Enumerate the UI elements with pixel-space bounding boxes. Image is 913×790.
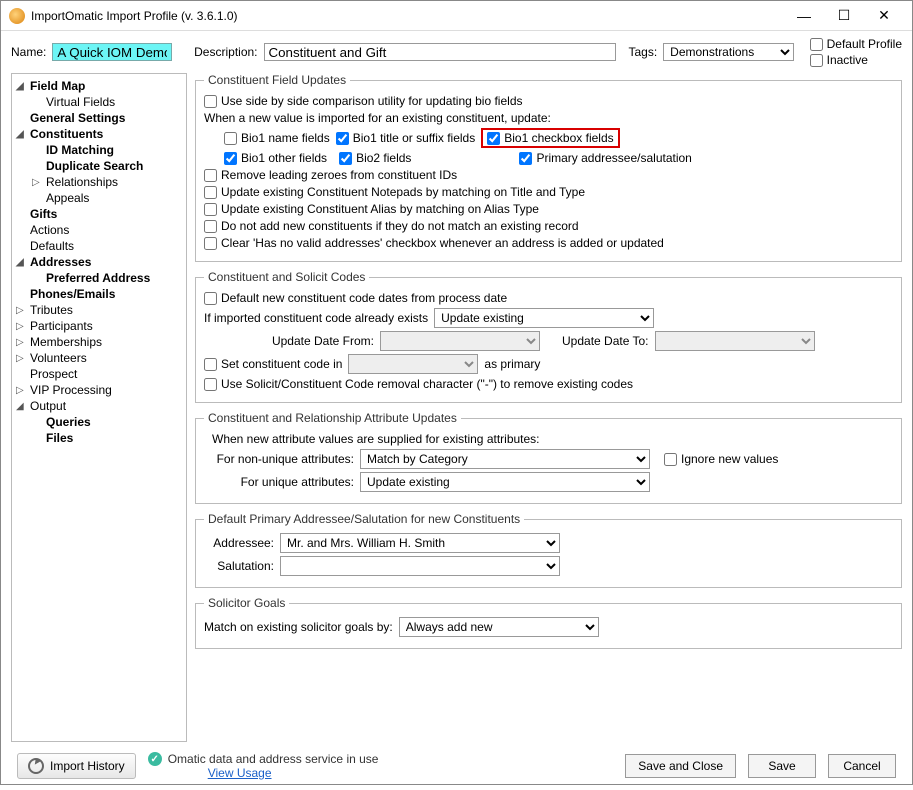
crau-legend: Constituent and Relationship Attribute U…: [204, 411, 461, 425]
description-input[interactable]: [264, 43, 617, 61]
content-pane: Constituent Field Updates Use side by si…: [187, 73, 902, 742]
addressee-label: Addressee:: [204, 536, 274, 550]
check-icon: ✓: [148, 752, 162, 766]
nav-output[interactable]: ◢Output: [12, 398, 186, 414]
match-select[interactable]: Always add new: [399, 617, 599, 637]
salutation-label: Salutation:: [204, 559, 274, 573]
nav-participants[interactable]: ▷Participants: [12, 318, 186, 334]
salutation-select[interactable]: [280, 556, 560, 576]
update-to-select[interactable]: [655, 331, 815, 351]
view-usage-link[interactable]: View Usage: [208, 766, 272, 780]
if-exists-select[interactable]: Update existing: [434, 308, 654, 328]
set-code-in-checkbox[interactable]: Set constituent code in: [204, 357, 342, 371]
navigation-tree[interactable]: ◢Field Map Virtual Fields General Settin…: [11, 73, 187, 742]
non-unique-select[interactable]: Match by Category: [360, 449, 650, 469]
update-alias-checkbox[interactable]: Update existing Constituent Alias by mat…: [204, 202, 539, 216]
sg-legend: Solicitor Goals: [204, 596, 289, 610]
save-and-close-button[interactable]: Save and Close: [625, 754, 736, 778]
import-history-button[interactable]: Import History: [17, 753, 136, 779]
primary-addr-sal-checkbox[interactable]: Primary addressee/salutation: [519, 151, 691, 165]
nav-memberships[interactable]: ▷Memberships: [12, 334, 186, 350]
nav-queries[interactable]: Queries: [12, 414, 186, 430]
solicitor-goals-group: Solicitor Goals Match on existing solici…: [195, 596, 902, 649]
unique-select[interactable]: Update existing: [360, 472, 650, 492]
nav-field-map[interactable]: ◢Field Map: [12, 78, 186, 94]
tags-select[interactable]: Demonstrations: [663, 43, 793, 61]
attribute-updates-group: Constituent and Relationship Attribute U…: [195, 411, 902, 504]
minimize-button[interactable]: —: [784, 2, 824, 30]
cancel-button[interactable]: Cancel: [828, 754, 896, 778]
side-by-side-checkbox[interactable]: Use side by side comparison utility for …: [204, 94, 523, 108]
clear-no-valid-checkbox[interactable]: Clear 'Has no valid addresses' checkbox …: [204, 236, 664, 250]
nav-gifts[interactable]: Gifts: [12, 206, 186, 222]
close-button[interactable]: ✕: [864, 2, 904, 30]
nav-prospect[interactable]: Prospect: [12, 366, 186, 382]
remove-zeroes-checkbox[interactable]: Remove leading zeroes from constituent I…: [204, 168, 457, 182]
cfu-legend: Constituent Field Updates: [204, 73, 350, 87]
constituent-solicit-codes-group: Constituent and Solicit Codes Default ne…: [195, 270, 902, 403]
nav-relationships[interactable]: ▷Relationships: [12, 174, 186, 190]
when-new-attrs-text: When new attribute values are supplied f…: [204, 432, 893, 446]
update-from-select[interactable]: [380, 331, 540, 351]
bio1-other-checkbox[interactable]: Bio1 other fields: [224, 151, 327, 165]
service-status: ✓ Omatic data and address service in use…: [148, 752, 379, 780]
bio1-checkbox-highlight: Bio1 checkbox fields: [481, 128, 619, 148]
service-status-text: Omatic data and address service in use: [168, 752, 379, 766]
set-code-in-select[interactable]: [348, 354, 478, 374]
window-title: ImportOmatic Import Profile (v. 3.6.1.0): [31, 9, 238, 23]
default-profile-checkbox[interactable]: Default Profile: [810, 37, 902, 51]
default-addressee-salutation-group: Default Primary Addressee/Salutation for…: [195, 512, 902, 588]
csc-legend: Constituent and Solicit Codes: [204, 270, 369, 284]
dpas-legend: Default Primary Addressee/Salutation for…: [204, 512, 524, 526]
nav-files[interactable]: Files: [12, 430, 186, 446]
update-to-label: Update Date To:: [562, 334, 649, 348]
nav-general-settings[interactable]: General Settings: [12, 110, 186, 126]
if-exists-label: If imported constituent code already exi…: [204, 311, 428, 325]
header-row: Name: Description: Tags: Demonstrations …: [1, 31, 912, 73]
update-notepads-checkbox[interactable]: Update existing Constituent Notepads by …: [204, 185, 585, 199]
nav-virtual-fields[interactable]: Virtual Fields: [12, 94, 186, 110]
constituent-field-updates-group: Constituent Field Updates Use side by si…: [195, 73, 902, 262]
nav-appeals[interactable]: Appeals: [12, 190, 186, 206]
ignore-new-checkbox[interactable]: Ignore new values: [664, 452, 778, 466]
nav-id-matching[interactable]: ID Matching: [12, 142, 186, 158]
bio1-name-checkbox[interactable]: Bio1 name fields: [224, 131, 330, 145]
nav-constituents[interactable]: ◢Constituents: [12, 126, 186, 142]
nav-volunteers[interactable]: ▷Volunteers: [12, 350, 186, 366]
nav-addresses[interactable]: ◢Addresses: [12, 254, 186, 270]
nav-defaults[interactable]: Defaults: [12, 238, 186, 254]
maximize-button[interactable]: ☐: [824, 2, 864, 30]
use-solicit-checkbox[interactable]: Use Solicit/Constituent Code removal cha…: [204, 377, 633, 391]
inactive-checkbox[interactable]: Inactive: [810, 53, 902, 67]
unique-label: For unique attributes:: [204, 475, 354, 489]
name-label: Name:: [11, 45, 46, 59]
no-add-new-checkbox[interactable]: Do not add new constituents if they do n…: [204, 219, 579, 233]
default-dates-checkbox[interactable]: Default new constituent code dates from …: [204, 291, 507, 305]
description-label: Description:: [194, 45, 257, 59]
name-input[interactable]: [52, 43, 172, 61]
titlebar: ImportOmatic Import Profile (v. 3.6.1.0)…: [1, 1, 912, 31]
bio1-checkbox-fields-checkbox[interactable]: Bio1 checkbox fields: [487, 131, 613, 145]
non-unique-label: For non-unique attributes:: [204, 452, 354, 466]
match-label: Match on existing solicitor goals by:: [204, 620, 393, 634]
save-button[interactable]: Save: [748, 754, 816, 778]
update-from-label: Update Date From:: [264, 334, 374, 348]
addressee-select[interactable]: Mr. and Mrs. William H. Smith: [280, 533, 560, 553]
nav-actions[interactable]: Actions: [12, 222, 186, 238]
app-icon: [9, 8, 25, 24]
history-icon: [28, 758, 44, 774]
tags-label: Tags:: [628, 45, 657, 59]
bio1-title-checkbox[interactable]: Bio1 title or suffix fields: [336, 131, 476, 145]
nav-tributes[interactable]: ▷Tributes: [12, 302, 186, 318]
when-new-text: When a new value is imported for an exis…: [204, 111, 893, 125]
bio2-checkbox[interactable]: Bio2 fields: [339, 151, 411, 165]
nav-duplicate-search[interactable]: Duplicate Search: [12, 158, 186, 174]
footer-bar: Import History ✓ Omatic data and address…: [1, 742, 912, 790]
nav-preferred-address[interactable]: Preferred Address: [12, 270, 186, 286]
nav-vip-processing[interactable]: ▷VIP Processing: [12, 382, 186, 398]
nav-phones-emails[interactable]: Phones/Emails: [12, 286, 186, 302]
as-primary-label: as primary: [484, 357, 540, 371]
